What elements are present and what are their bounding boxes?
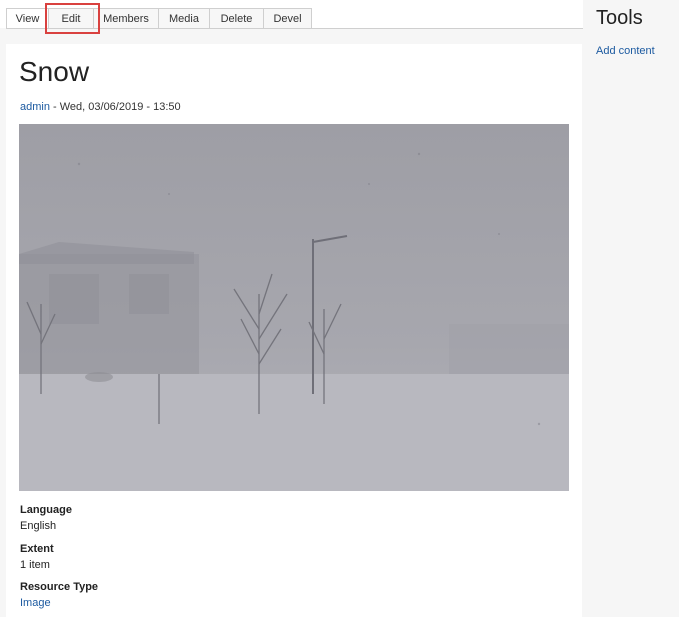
node-meta: admin - Wed, 03/06/2019 - 13:50 xyxy=(20,100,181,114)
tab-bar-divider xyxy=(6,28,583,29)
tab-view[interactable]: View xyxy=(6,8,49,29)
tab-row: View Edit Members Media Delete Devel xyxy=(6,8,312,29)
author-link[interactable]: admin xyxy=(20,101,50,113)
language-field: Language English xyxy=(20,503,72,533)
snow-photo xyxy=(19,124,569,491)
extent-value: 1 item xyxy=(20,559,50,571)
add-content-link[interactable]: Add content xyxy=(596,44,655,58)
resource-type-label: Resource Type xyxy=(20,581,99,593)
resource-type-link[interactable]: Image xyxy=(20,596,98,610)
resource-type-field: Resource Type Image xyxy=(20,580,98,610)
extent-field: Extent 1 item xyxy=(20,542,54,572)
post-date: - Wed, 03/06/2019 - 13:50 xyxy=(49,101,181,113)
content-region: Snow admin - Wed, 03/06/2019 - 13:50 Lan… xyxy=(6,44,582,617)
tab-members[interactable]: Members xyxy=(94,8,159,28)
tab-media[interactable]: Media xyxy=(159,8,210,28)
tab-edit[interactable]: Edit xyxy=(49,8,94,28)
tab-bar: View Edit Members Media Delete Devel xyxy=(0,0,583,34)
tab-delete[interactable]: Delete xyxy=(210,8,264,28)
page-title: Snow xyxy=(19,56,90,87)
extent-label: Extent xyxy=(20,543,54,555)
language-value: English xyxy=(20,520,57,532)
language-label: Language xyxy=(20,504,72,516)
tab-devel[interactable]: Devel xyxy=(264,8,312,28)
sidebar-title: Tools xyxy=(596,7,643,29)
